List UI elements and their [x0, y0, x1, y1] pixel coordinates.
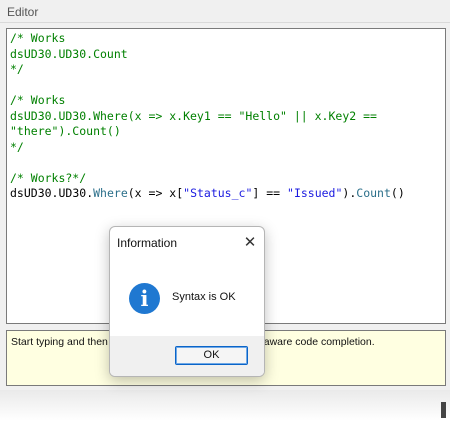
- code-line: dsUD30.UD30.Where(x => x.Key1 == "Hello"…: [10, 109, 442, 125]
- code-token: "there").Count(): [10, 124, 121, 138]
- code-token: (x => x[: [127, 186, 184, 200]
- close-icon[interactable]: ✕: [239, 233, 261, 253]
- code-line: /* Works: [10, 31, 442, 47]
- code-token: Where: [93, 186, 128, 200]
- code-line: */: [10, 140, 442, 156]
- title-divider: [0, 22, 450, 23]
- code-token: /* Works: [10, 93, 66, 107]
- ok-button[interactable]: OK: [175, 346, 248, 365]
- code-token: "Status_c": [183, 186, 253, 200]
- code-line: dsUD30.UD30.Where(x => x["Status_c"] == …: [10, 186, 442, 202]
- code-token: /* Works: [10, 31, 66, 45]
- code-token: dsUD30: [10, 186, 52, 200]
- code-token: /* Works?*/: [10, 170, 87, 185]
- dialog-message: Syntax is OK: [172, 291, 236, 303]
- information-dialog: Information ✕ i Syntax is OK OK: [109, 226, 265, 377]
- code-token: UD30: [58, 186, 87, 200]
- code-line: /* Works?*/: [10, 171, 442, 187]
- code-line: "there").Count(): [10, 124, 442, 140]
- code-line: /* Works: [10, 93, 442, 109]
- status-area: [0, 390, 450, 421]
- code-token: ).: [342, 186, 357, 200]
- dialog-footer: OK: [110, 336, 264, 376]
- code-token: dsUD30.UD30.Where(x => x.Key1 == "Hello"…: [10, 108, 377, 123]
- scrollbar-thumb[interactable]: [441, 402, 446, 418]
- code-token: */: [10, 139, 24, 154]
- code-token: (): [390, 186, 405, 200]
- info-icon: i: [129, 283, 160, 314]
- code-token: Count: [356, 186, 391, 200]
- code-line: dsUD30.UD30.Count: [10, 47, 442, 63]
- hint-text-end: aware code completion.: [263, 336, 375, 348]
- code-line: */: [10, 62, 442, 78]
- hint-text-start: Start typing and then: [11, 336, 108, 348]
- code-token: dsUD30.UD30.Count: [10, 46, 128, 61]
- code-token: "Issued": [287, 186, 343, 200]
- panel-title: Editor: [7, 5, 39, 19]
- code-token: */: [10, 62, 24, 76]
- code-token: ] ==: [252, 186, 288, 200]
- dialog-title: Information: [117, 236, 178, 250]
